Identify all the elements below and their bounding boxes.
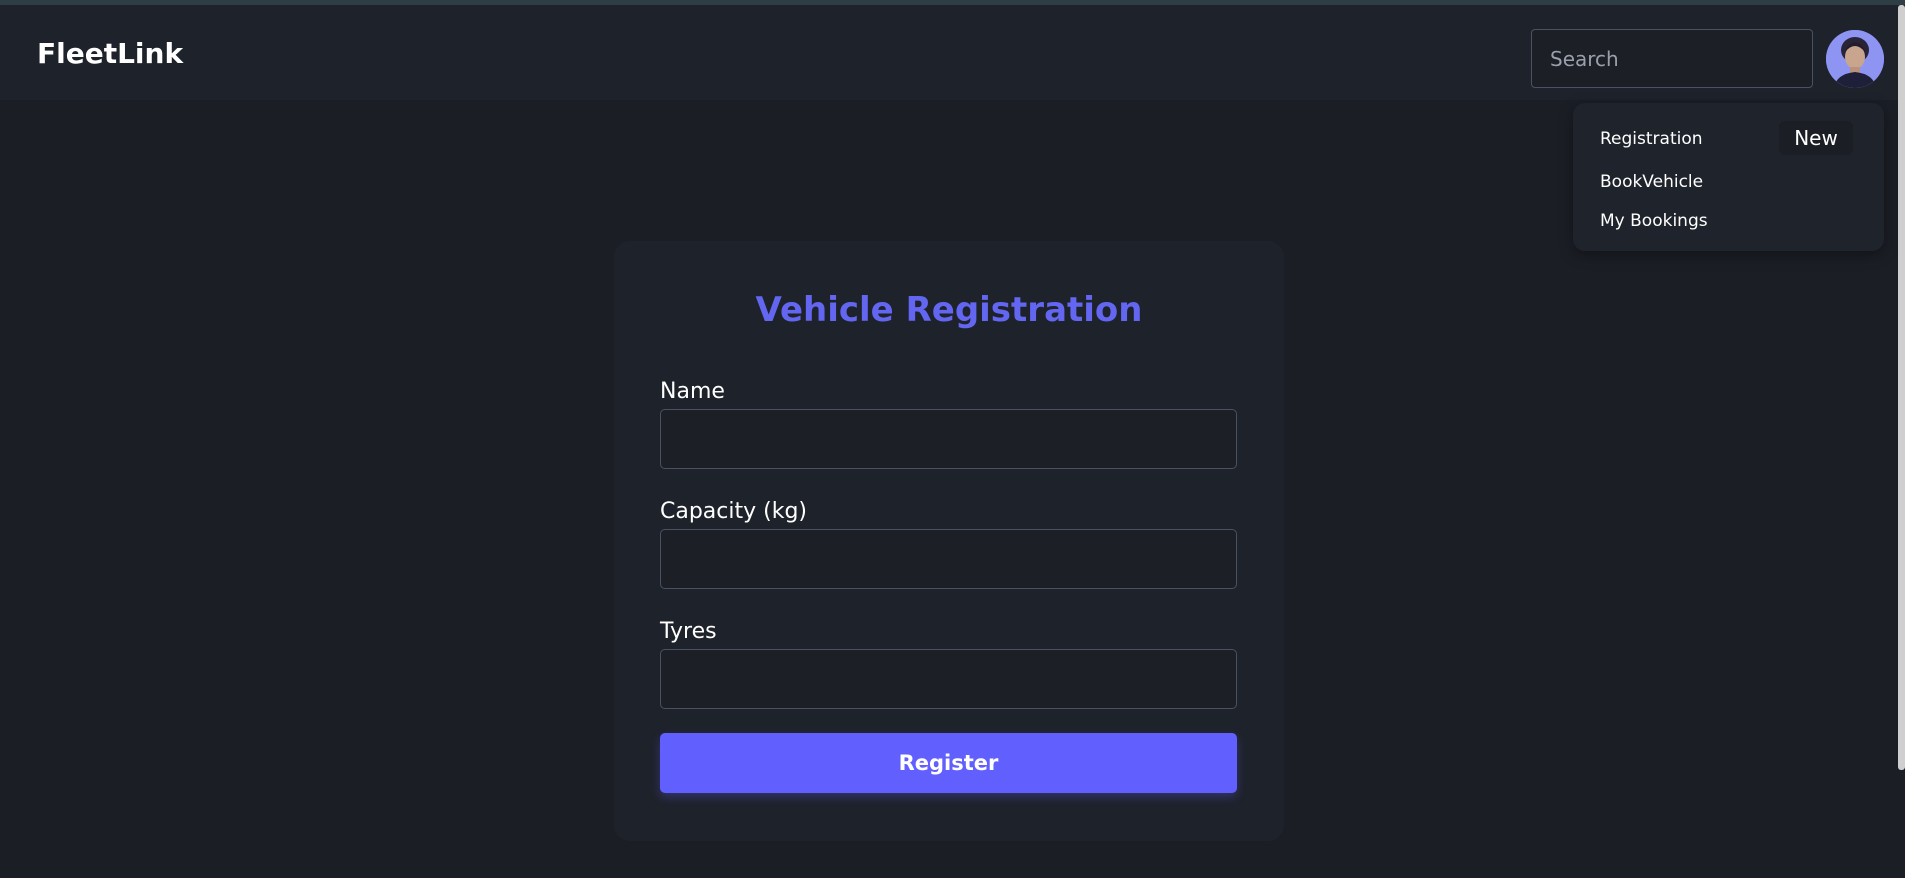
search-input[interactable] <box>1531 29 1813 88</box>
menu-item-my-bookings[interactable]: My Bookings <box>1600 213 1708 230</box>
menu-item-registration[interactable]: Registration <box>1600 131 1703 148</box>
avatar[interactable] <box>1826 30 1884 88</box>
page-title: Vehicle Registration <box>755 290 1143 330</box>
new-badge: New <box>1779 121 1853 155</box>
nav-dropdown-menu: Registration New BookVehicle My Bookings <box>1573 103 1884 251</box>
registration-card: Vehicle Registration Name Capacity (kg) … <box>614 241 1284 841</box>
user-avatar-icon <box>1826 30 1884 88</box>
page-scrollbar[interactable] <box>1898 5 1905 770</box>
capacity-label: Capacity (kg) <box>660 499 808 524</box>
tyres-field[interactable] <box>660 649 1237 709</box>
top-navbar: FleetLink <box>0 5 1905 100</box>
register-button[interactable]: Register <box>660 733 1237 793</box>
name-field[interactable] <box>660 409 1237 469</box>
capacity-field[interactable] <box>660 529 1237 589</box>
brand-logo[interactable]: FleetLink <box>37 40 183 68</box>
menu-item-book-vehicle[interactable]: BookVehicle <box>1600 174 1703 191</box>
name-label: Name <box>660 379 725 404</box>
tyres-label: Tyres <box>660 619 717 644</box>
